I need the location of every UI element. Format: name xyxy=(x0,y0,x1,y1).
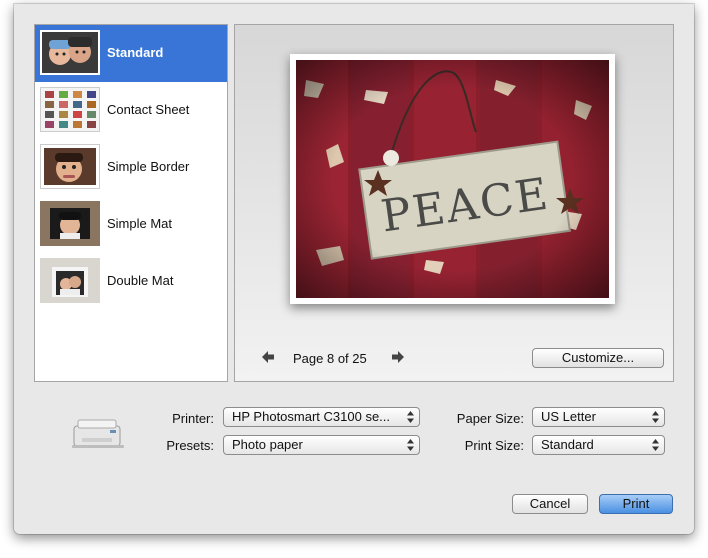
paper-size-value: US Letter xyxy=(541,409,596,424)
double-mat-thumbnail xyxy=(40,258,100,303)
left-arrow-icon xyxy=(262,351,274,363)
popup-arrows-icon xyxy=(652,411,659,423)
contact-sheet-thumbnail xyxy=(40,87,100,132)
paper-size-popup[interactable]: US Letter xyxy=(532,407,665,427)
layout-list[interactable]: Standard Contact Sheet Simple Border Sim… xyxy=(34,24,228,382)
presets-label: Presets: xyxy=(166,438,214,453)
print-dialog: Standard Contact Sheet Simple Border Sim… xyxy=(14,4,694,534)
photo-preview: PEACE xyxy=(296,60,609,298)
presets-popup[interactable]: Photo paper xyxy=(223,435,420,455)
layout-label: Double Mat xyxy=(107,273,174,288)
layout-label: Contact Sheet xyxy=(107,102,190,117)
printer-value: HP Photosmart C3100 se... xyxy=(232,409,391,424)
layout-label: Standard xyxy=(107,45,164,60)
simple-mat-thumbnail xyxy=(40,201,100,246)
cancel-button[interactable]: Cancel xyxy=(512,494,588,514)
previous-page-button[interactable] xyxy=(261,350,275,364)
popup-arrows-icon xyxy=(407,411,414,423)
layout-label: Simple Border xyxy=(107,159,190,174)
print-size-value: Standard xyxy=(541,437,594,452)
printer-popup[interactable]: HP Photosmart C3100 se... xyxy=(223,407,420,427)
print-button[interactable]: Print xyxy=(599,494,673,514)
print-size-popup[interactable]: Standard xyxy=(532,435,665,455)
next-page-button[interactable] xyxy=(391,350,405,364)
paper-size-label: Paper Size: xyxy=(456,411,524,426)
printer-icon xyxy=(68,412,130,452)
layout-item-contact-sheet[interactable]: Contact Sheet xyxy=(35,82,227,139)
right-arrow-icon xyxy=(392,351,404,363)
layout-item-standard[interactable]: Standard xyxy=(35,25,227,82)
printer-label: Printer: xyxy=(172,411,214,426)
popup-arrows-icon xyxy=(652,439,659,451)
preview-pane: PEACE Page 8 of 25 Customi xyxy=(234,24,674,382)
layout-label: Simple Mat xyxy=(107,216,173,231)
popup-arrows-icon xyxy=(407,439,414,451)
layout-item-simple-mat[interactable]: Simple Mat xyxy=(35,196,227,253)
customize-button[interactable]: Customize... xyxy=(532,348,664,368)
page-indicator: Page 8 of 25 xyxy=(293,351,367,366)
simple-border-thumbnail xyxy=(40,144,100,189)
print-size-label: Print Size: xyxy=(464,438,524,453)
layout-item-double-mat[interactable]: Double Mat xyxy=(35,253,227,310)
photo-preview-frame: PEACE xyxy=(290,54,615,304)
layout-item-simple-border[interactable]: Simple Border xyxy=(35,139,227,196)
presets-value: Photo paper xyxy=(232,437,303,452)
standard-thumbnail xyxy=(40,30,100,75)
